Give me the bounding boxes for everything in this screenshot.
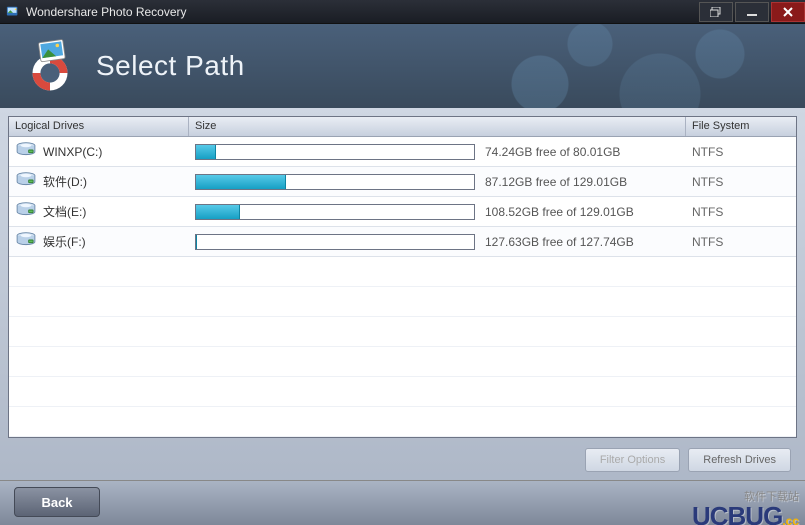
free-space-text: 87.12GB free of 129.01GB: [485, 175, 627, 189]
title-bar: Wondershare Photo Recovery: [0, 0, 805, 24]
table-row[interactable]: WINXP(C:) 74.24GB free of 80.01GB NTFS: [9, 137, 796, 167]
table-header: Logical Drives Size File System: [9, 117, 796, 137]
filesystem-label: NTFS: [686, 205, 796, 219]
drive-label: WINXP(C:): [43, 145, 102, 159]
watermark: 软件下载站 UCBUG.cc: [692, 492, 799, 525]
app-icon: [6, 5, 20, 19]
empty-row: [9, 257, 796, 287]
column-header-fs[interactable]: File System: [686, 117, 796, 136]
drive-label: 文档(E:): [43, 203, 86, 220]
usage-bar: [195, 174, 475, 190]
window-title: Wondershare Photo Recovery: [26, 5, 187, 19]
watermark-suffix: .cc: [782, 514, 799, 525]
empty-row: [9, 317, 796, 347]
drive-label: 软件(D:): [43, 173, 87, 190]
filesystem-label: NTFS: [686, 145, 796, 159]
filesystem-label: NTFS: [686, 235, 796, 249]
usage-bar: [195, 204, 475, 220]
free-space-text: 108.52GB free of 129.01GB: [485, 205, 634, 219]
close-button[interactable]: [771, 2, 805, 22]
usage-bar: [195, 234, 475, 250]
table-row[interactable]: 娱乐(F:) 127.63GB free of 127.74GB NTFS: [9, 227, 796, 257]
hard-drive-icon: [15, 232, 37, 251]
empty-row: [9, 287, 796, 317]
drive-label: 娱乐(F:): [43, 233, 86, 250]
watermark-main: UCBUG: [692, 501, 782, 525]
table-row[interactable]: 文档(E:) 108.52GB free of 129.01GB NTFS: [9, 197, 796, 227]
column-header-size[interactable]: Size: [189, 117, 686, 136]
filter-options-button[interactable]: Filter Options: [585, 448, 680, 472]
window-controls: [697, 2, 805, 22]
usage-bar: [195, 144, 475, 160]
back-button[interactable]: Back: [14, 487, 100, 517]
hard-drive-icon: [15, 172, 37, 191]
lifebuoy-photo-icon: [22, 38, 78, 94]
drive-table: Logical Drives Size File System WINXP(C:…: [8, 116, 797, 438]
page-header: Select Path: [0, 24, 805, 108]
filesystem-label: NTFS: [686, 175, 796, 189]
action-buttons: Filter Options Refresh Drives: [585, 448, 791, 472]
footer-bar: Back 软件下载站 UCBUG.cc: [0, 480, 805, 525]
table-row[interactable]: 软件(D:) 87.12GB free of 129.01GB NTFS: [9, 167, 796, 197]
page-title: Select Path: [96, 50, 245, 82]
free-space-text: 127.63GB free of 127.74GB: [485, 235, 634, 249]
hard-drive-icon: [15, 142, 37, 161]
watermark-sub: 软件下载站: [692, 492, 799, 503]
empty-row: [9, 347, 796, 377]
content-area: Logical Drives Size File System WINXP(C:…: [0, 108, 805, 525]
hard-drive-icon: [15, 202, 37, 221]
column-header-drives[interactable]: Logical Drives: [9, 117, 189, 136]
table-body: WINXP(C:) 74.24GB free of 80.01GB NTFS 软…: [9, 137, 796, 437]
empty-row: [9, 377, 796, 407]
minimize-button[interactable]: [735, 2, 769, 22]
restore-button[interactable]: [699, 2, 733, 22]
refresh-drives-button[interactable]: Refresh Drives: [688, 448, 791, 472]
empty-row: [9, 407, 796, 437]
free-space-text: 74.24GB free of 80.01GB: [485, 145, 620, 159]
